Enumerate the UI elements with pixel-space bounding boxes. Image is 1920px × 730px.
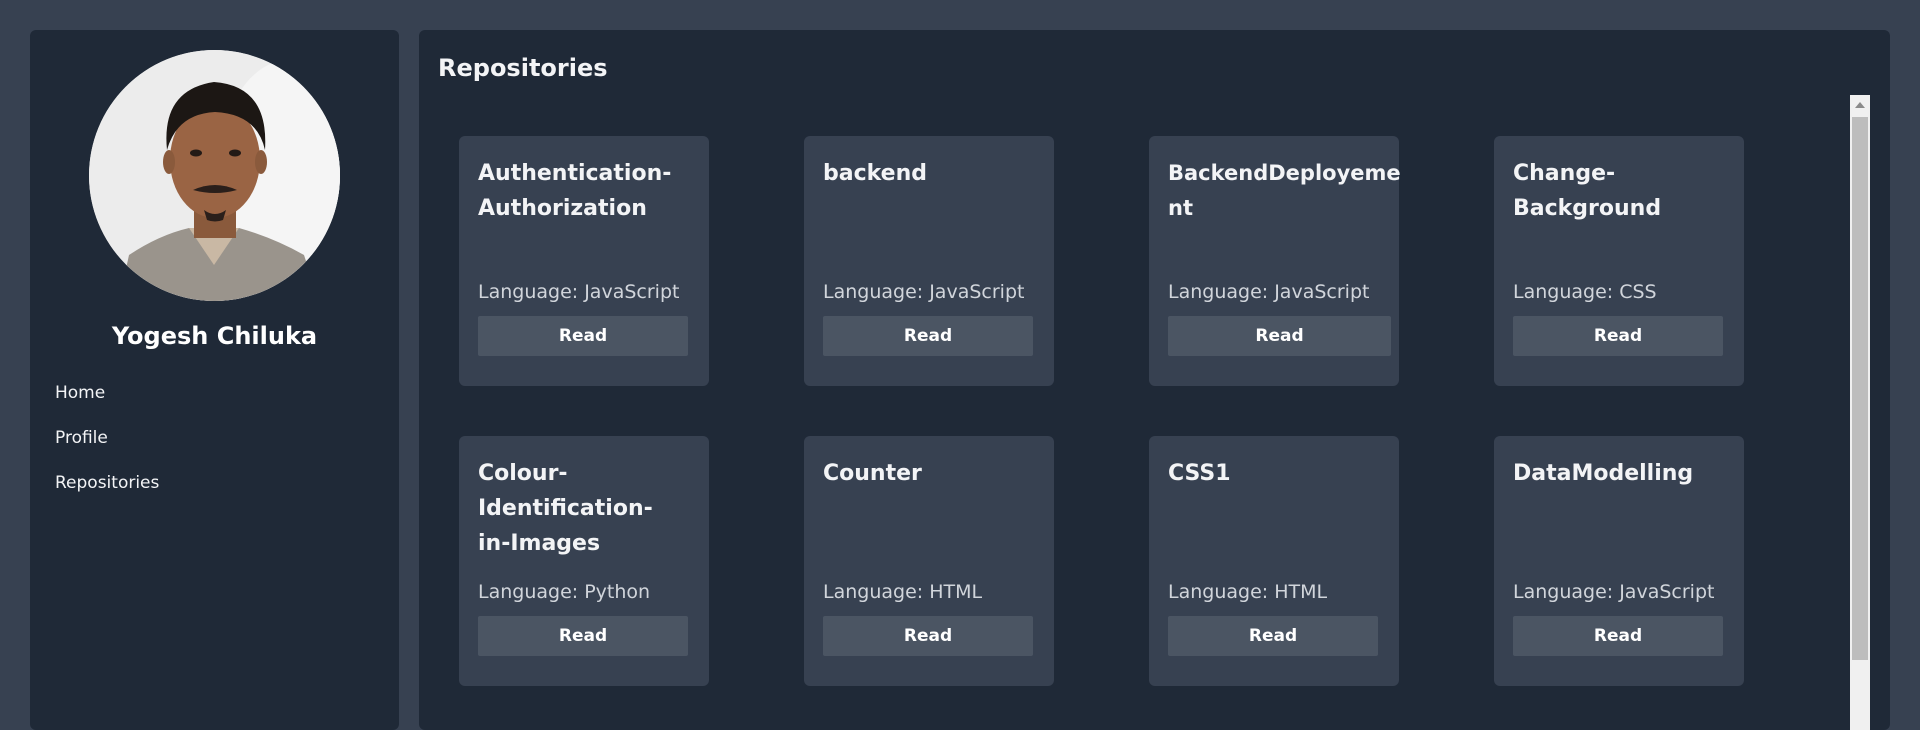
scrollbar[interactable] — [1850, 95, 1870, 730]
repo-language: Language: JavaScript — [1168, 281, 1370, 303]
repo-name: Authentication-Authorization — [478, 161, 672, 221]
read-button[interactable]: Read — [1513, 316, 1723, 356]
sidebar: Yogesh Chiluka Home Profile Repositories — [30, 30, 399, 730]
repo-name: Counter — [823, 461, 922, 486]
page-title: Repositories — [438, 54, 608, 82]
scroll-thumb[interactable] — [1852, 117, 1868, 660]
repo-name: Colour-Identification-in-Images — [478, 461, 653, 556]
user-name: Yogesh Chiluka — [111, 322, 318, 350]
read-button[interactable]: Read — [478, 316, 688, 356]
repo-language: Language: JavaScript — [1513, 581, 1715, 603]
repo-language: Language: CSS — [1513, 281, 1657, 303]
repo-name: Change-Background — [1513, 161, 1662, 221]
repo-language: Language: JavaScript — [478, 281, 680, 303]
repo-name: backend — [823, 161, 928, 186]
read-button[interactable]: Read — [823, 616, 1033, 656]
repo-language: Language: HTML — [823, 581, 983, 603]
repositories-panel: Repositories Authentication-Authorizatio… — [419, 30, 1890, 730]
read-button[interactable]: Read — [1168, 616, 1378, 656]
repo-card: CSS1 Language: HTML Read — [1149, 436, 1399, 686]
repo-card: Authentication-Authorization Language: J… — [459, 136, 709, 386]
sidebar-item-home[interactable]: Home — [55, 383, 159, 428]
sidebar-nav: Home Profile Repositories — [55, 383, 159, 518]
profile-avatar — [89, 50, 340, 301]
repo-card: BackendDeployement Language: JavaScript … — [1149, 136, 1401, 386]
read-button[interactable]: Read — [478, 616, 688, 656]
repo-card: Change-Background Language: CSS Read — [1494, 136, 1744, 386]
repo-card: DataModelling Language: JavaScript Read — [1494, 436, 1744, 686]
sidebar-item-profile[interactable]: Profile — [55, 428, 159, 473]
repo-name: DataModelling — [1513, 461, 1694, 486]
repo-card: backend Language: JavaScript Read — [804, 136, 1054, 386]
repo-grid: Authentication-Authorization Language: J… — [459, 136, 1849, 730]
repo-language: Language: Python — [478, 581, 651, 603]
repo-name: CSS1 — [1168, 461, 1231, 486]
read-button[interactable]: Read — [1513, 616, 1723, 656]
scroll-up-arrow-icon[interactable] — [1850, 95, 1870, 115]
read-button[interactable]: Read — [823, 316, 1033, 356]
sidebar-item-repositories[interactable]: Repositories — [55, 473, 159, 518]
repo-language: Language: HTML — [1168, 581, 1328, 603]
read-button[interactable]: Read — [1168, 316, 1391, 356]
repo-name: BackendDeployement — [1168, 161, 1401, 220]
repo-language: Language: JavaScript — [823, 281, 1025, 303]
repo-card: Counter Language: HTML Read — [804, 436, 1054, 686]
repo-card: Colour-Identification-in-Images Language… — [459, 436, 709, 686]
